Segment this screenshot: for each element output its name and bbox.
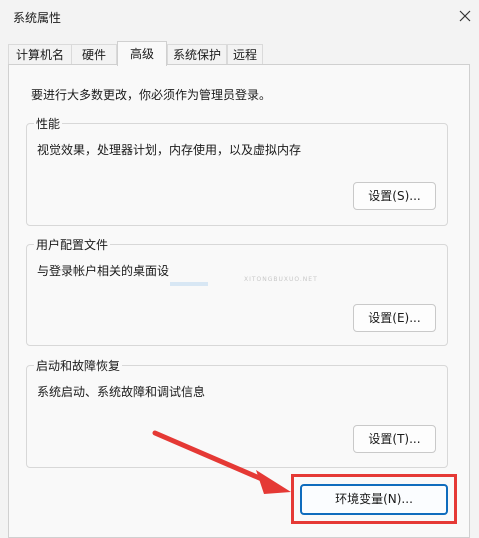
admin-notice: 要进行大多数更改，你必须作为管理员登录。: [31, 88, 272, 102]
tab-strip: 计算机名 硬件 高级 系统保护 远程: [8, 41, 478, 66]
title-bar: 系统属性: [0, 0, 479, 32]
tooltip-shadow: [170, 282, 208, 286]
tab-hardware[interactable]: 硬件: [71, 44, 117, 65]
user-profiles-group-title: 用户配置文件: [34, 236, 111, 253]
performance-settings-button[interactable]: 设置(S)...: [353, 182, 436, 210]
highlight-box: [291, 474, 457, 524]
close-icon: [459, 10, 470, 22]
tab-system-protection[interactable]: 系统保护: [167, 44, 227, 65]
watermark-text: XITONGBUXUO.NET: [244, 276, 318, 283]
user-profiles-description: 与登录帐户相关的桌面设: [37, 264, 170, 278]
tab-computer-name[interactable]: 计算机名: [8, 44, 72, 65]
tab-remote[interactable]: 远程: [227, 44, 263, 65]
performance-group-title: 性能: [34, 115, 63, 132]
startup-recovery-settings-button[interactable]: 设置(T)...: [353, 425, 436, 453]
startup-recovery-description: 系统启动、系统故障和调试信息: [37, 385, 206, 399]
close-button[interactable]: [450, 0, 479, 32]
startup-recovery-group-title: 启动和故障恢复: [34, 357, 123, 374]
window-title: 系统属性: [13, 11, 62, 25]
user-profiles-settings-button[interactable]: 设置(E)...: [353, 304, 436, 332]
tab-advanced[interactable]: 高级: [117, 41, 167, 66]
performance-group: [26, 123, 448, 226]
performance-description: 视觉效果，处理器计划，内存使用，以及虚拟内存: [37, 143, 302, 157]
